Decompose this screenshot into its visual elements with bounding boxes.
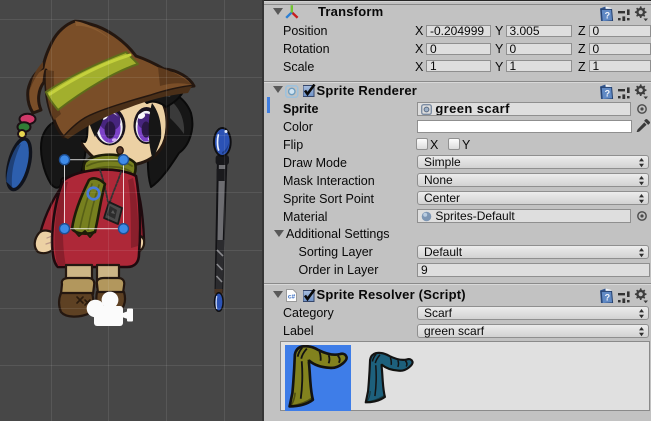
svg-text:c#: c#: [288, 294, 296, 301]
